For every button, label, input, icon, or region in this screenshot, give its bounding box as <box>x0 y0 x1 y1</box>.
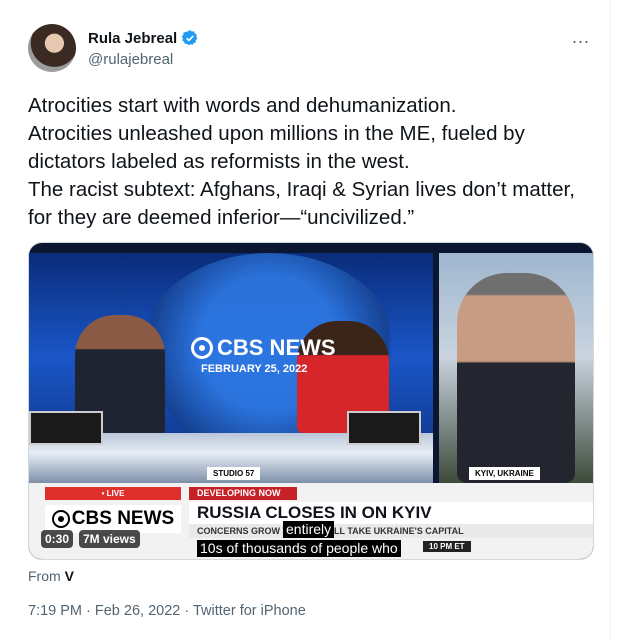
tweet-timestamp[interactable]: 7:19 PM · Feb 26, 2022 · Twitter for iPh… <box>28 603 306 619</box>
location-tag: KYIV, UKRAINE <box>469 467 540 480</box>
news-headline: RUSSIA CLOSES IN ON KYIV <box>189 502 593 524</box>
news-subhead: CONCERNS GROW TROOPS WILL TAKE UKRAINE'S… <box>189 524 593 538</box>
cbs-date: FEBRUARY 25, 2022 <box>201 363 308 375</box>
developing-label: DEVELOPING NOW <box>189 487 297 500</box>
desk-monitor <box>29 411 103 445</box>
cbs-eye-icon <box>51 510 70 528</box>
author-name-row[interactable]: Rula Jebreal <box>88 29 199 47</box>
reporter-figure <box>457 273 575 483</box>
remote-scene: KYIV, UKRAINE <box>439 253 593 483</box>
author-handle[interactable]: @rulajebreal <box>88 51 173 68</box>
cbs-studio-logo: CBS NEWS FEBRUARY 25, 2022 <box>191 335 336 375</box>
more-options-icon[interactable]: ... <box>572 27 590 48</box>
lower-logo-text: CBS NEWS <box>71 508 175 529</box>
video-views: 7M views <box>79 530 140 548</box>
cbs-logo-text: CBS NEWS <box>217 335 336 360</box>
tweet-text: Atrocities start with words and dehumani… <box>28 94 575 229</box>
author-name[interactable]: Rula Jebreal <box>88 30 177 47</box>
desk-monitor <box>347 411 421 445</box>
caption-line-2: 10s of thousands of people who <box>197 540 401 557</box>
time-label: 10 PM ET <box>423 541 471 552</box>
tweet-card: Rula Jebreal @rulajebreal ... Atrocities… <box>0 0 611 640</box>
caption-line-1: entirely <box>283 521 335 538</box>
live-badge: • LIVE <box>45 487 181 500</box>
source-name[interactable]: V <box>65 568 74 584</box>
source-prefix: From <box>28 568 61 584</box>
lower-third-logo: CBS NEWS <box>45 505 181 533</box>
cbs-eye-icon <box>191 337 213 359</box>
video-player[interactable]: CBS NEWS FEBRUARY 25, 2022 STUDIO 57 KYI… <box>28 242 594 560</box>
studio-scene: CBS NEWS FEBRUARY 25, 2022 STUDIO 57 <box>29 253 433 483</box>
studio-tag: STUDIO 57 <box>207 467 261 480</box>
avatar[interactable] <box>28 24 76 72</box>
verified-badge-icon <box>182 30 198 46</box>
video-duration: 0:30 <box>41 530 74 548</box>
source-attribution: From V <box>28 568 74 584</box>
